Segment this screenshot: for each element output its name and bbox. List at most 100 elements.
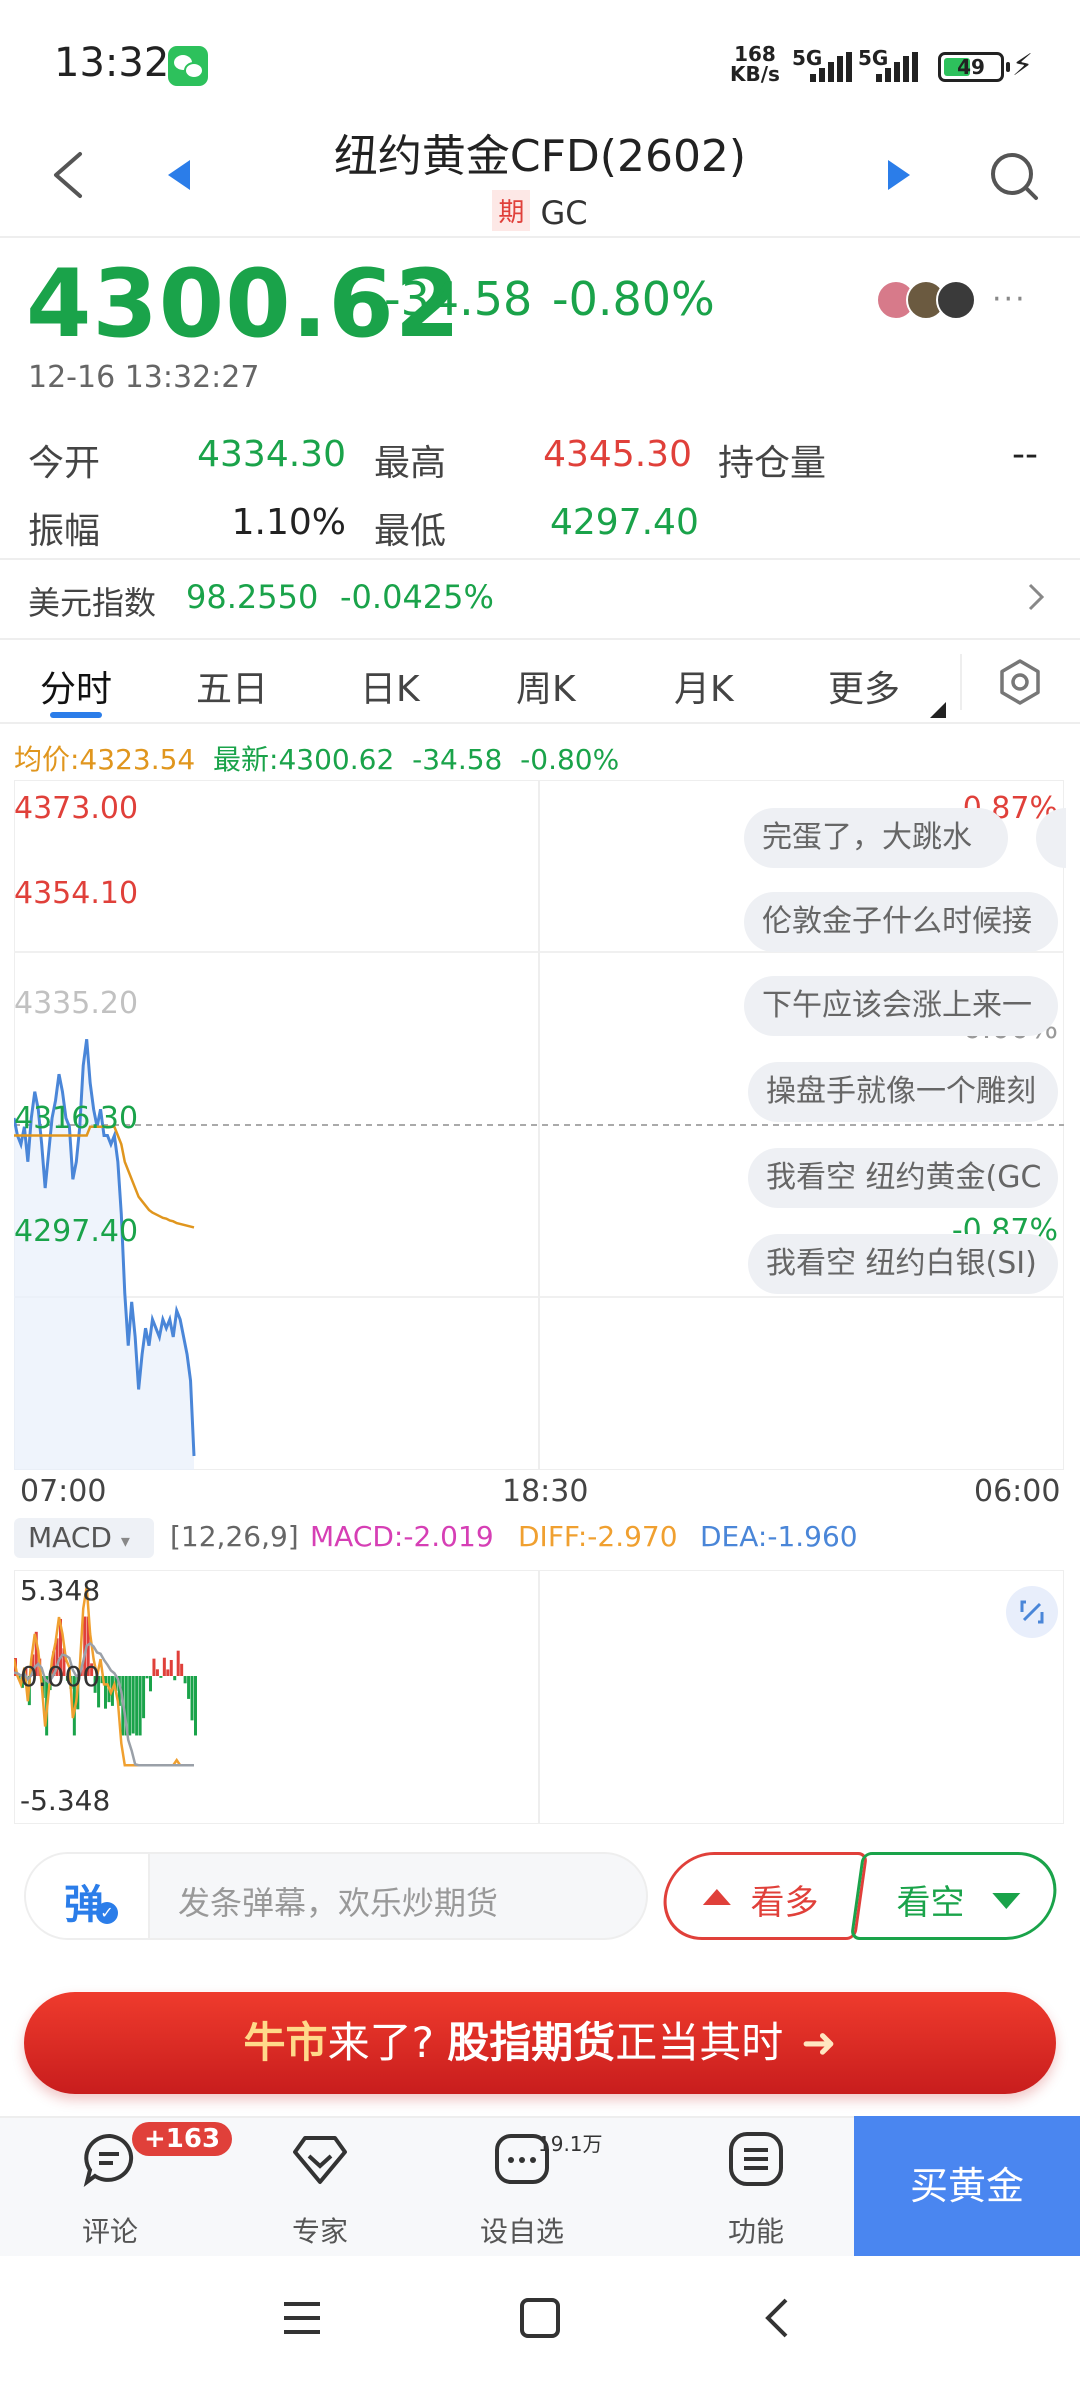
- intraday-chart[interactable]: 4373.004354.104335.204316.304297.400.87%…: [14, 780, 1064, 1470]
- up-triangle-icon: [702, 1889, 731, 1905]
- header-divider: [0, 236, 1080, 238]
- macd-bar: [149, 1676, 152, 1692]
- macd-bar: [180, 1663, 184, 1676]
- dollar-index-value: 98.2550: [186, 578, 319, 616]
- diff-value: DIFF:-2.970: [518, 1520, 678, 1553]
- danmaku-bubble[interactable]: 完蛋了，大跳水: [744, 808, 1008, 868]
- danmaku-bubble[interactable]: 我看空 纽约白银(SI): [748, 1234, 1058, 1294]
- macd-bar: [194, 1676, 197, 1736]
- expand-icon[interactable]: [1006, 1586, 1058, 1638]
- amplitude-label: 振幅: [28, 511, 101, 552]
- avg-price: 均价:4323.54: [14, 743, 196, 776]
- comment-bubble-icon: [83, 2133, 134, 2187]
- tab-separator: [960, 654, 962, 710]
- macd-bar: [183, 1676, 187, 1684]
- active-tab-indicator: [50, 712, 102, 718]
- tab-more[interactable]: 更多: [828, 660, 900, 712]
- nav-functions[interactable]: 功能: [696, 2130, 816, 2250]
- status-bar: 13:32 168 KB/s 5G 5G 49 ⚡: [0, 0, 1080, 120]
- functions-label: 功能: [727, 2215, 784, 2248]
- chevron-right-icon[interactable]: [1026, 582, 1046, 612]
- danmaku-bubble[interactable]: 下午应该会涨上来一: [744, 976, 1058, 1036]
- quote-timestamp: 12-16 13:32:27: [28, 360, 260, 395]
- menu-icon[interactable]: [280, 2296, 324, 2340]
- tab-five-day[interactable]: 五日: [196, 660, 268, 712]
- battery-icon: 49: [938, 52, 1010, 82]
- macd-params: [12,26,9]: [170, 1520, 299, 1553]
- macd-bar: [142, 1676, 146, 1719]
- open-value: 4334.30: [197, 434, 346, 475]
- dollar-index-label[interactable]: 美元指数: [28, 578, 156, 624]
- macd-tick-top: 5.348: [20, 1574, 100, 1607]
- dropdown-corner-icon: [930, 702, 946, 718]
- macd-bar: [131, 1676, 135, 1734]
- tab-intraday[interactable]: 分时: [40, 660, 112, 712]
- watchlist-count: 19.1万: [538, 2132, 603, 2156]
- indicator-select[interactable]: MACD ▾: [14, 1518, 154, 1558]
- open-interest-label: 持仓量: [718, 443, 827, 484]
- low-value: 4297.40: [550, 502, 699, 543]
- banner-text-4: 正当其时: [615, 2018, 784, 2067]
- danmaku-input-placeholder[interactable]: 发条弹幕，欢乐炒期货: [178, 1878, 498, 1924]
- bearish-button[interactable]: 看空: [849, 1852, 1063, 1940]
- comments-label: 评论: [81, 2215, 138, 2248]
- macd-tick-bottom: -5.348: [20, 1784, 110, 1817]
- wechat-icon: [168, 46, 208, 86]
- macd-bar: [138, 1676, 142, 1736]
- tab-weekly-k[interactable]: 周K: [516, 660, 576, 712]
- bullish-button[interactable]: 看多: [657, 1852, 869, 1940]
- amplitude-value: 1.10%: [231, 502, 346, 543]
- banner-text-3: 股指期货: [447, 2018, 616, 2067]
- divider: [0, 722, 1080, 724]
- signal-bars-2-icon: [876, 52, 918, 82]
- battery-level: 49: [957, 55, 985, 79]
- charging-icon: ⚡: [1012, 48, 1034, 83]
- divider: [0, 638, 1080, 640]
- danmaku-toggle-button[interactable]: 弹 ✓: [26, 1854, 150, 1938]
- diamond-heart-icon: [293, 2136, 347, 2184]
- buy-gold-button[interactable]: 买黄金: [854, 2116, 1080, 2256]
- user-avatar-3[interactable]: [936, 280, 976, 320]
- divider: [0, 558, 1080, 560]
- macd-bar: [162, 1657, 166, 1676]
- price-tick-label: 4335.20: [14, 986, 138, 1021]
- macd-bar: [135, 1676, 139, 1736]
- macd-tick-zero: 0.000: [20, 1660, 100, 1693]
- promo-banner[interactable]: 牛市来了? 股指期货正当其时 ➜: [24, 1992, 1056, 2094]
- more-options-icon[interactable]: ···: [992, 282, 1027, 317]
- time-tick: 06:00: [974, 1474, 1061, 1509]
- chart-info-line: 均价:4323.54 最新:4300.62 -34.58 -0.80%: [14, 738, 619, 778]
- tab-monthly-k[interactable]: 月K: [674, 660, 734, 712]
- high-value: 4345.30: [543, 434, 692, 475]
- time-tick: 18:30: [502, 1474, 589, 1509]
- latest-change: -34.58: [412, 743, 503, 776]
- macd-chart[interactable]: 5.348 0.000 -5.348: [14, 1570, 1064, 1824]
- back-nav-icon[interactable]: [756, 2296, 800, 2340]
- macd-bar: [176, 1650, 180, 1676]
- settings-hexagon-icon[interactable]: [996, 658, 1044, 706]
- bullish-label: 看多: [750, 1883, 819, 1923]
- price-tick-label: 4373.00: [14, 791, 138, 826]
- danmaku-bubble[interactable]: 我看空 纽约黄金(GC: [748, 1148, 1058, 1208]
- danmaku-input-box[interactable]: 弹 ✓ 发条弹幕，欢乐炒期货: [24, 1852, 648, 1940]
- macd-bar: [166, 1669, 170, 1676]
- bearish-label: 看空: [896, 1883, 965, 1923]
- dea-value: DEA:-1.960: [700, 1520, 858, 1553]
- danmaku-bubble[interactable]: 操盘手就像一个雕刻: [748, 1062, 1058, 1122]
- macd-bar: [152, 1658, 156, 1676]
- signal-bars-1-icon: [810, 52, 852, 82]
- low-label: 最低: [374, 511, 447, 552]
- code-text: GC: [540, 194, 588, 232]
- tab-daily-k[interactable]: 日K: [360, 660, 420, 712]
- macd-bar: [145, 1676, 149, 1679]
- nav-experts[interactable]: 专家: [260, 2130, 380, 2250]
- price-tick-label: 4297.40: [14, 1214, 138, 1249]
- danmaku-icon: 弹: [64, 1882, 104, 1928]
- danmaku-bubble[interactable]: 伦敦金子什么时候接: [744, 892, 1058, 952]
- search-icon[interactable]: [986, 148, 1042, 204]
- contract-code: 期 GC: [0, 190, 1080, 232]
- price-tick-label: 4316.30: [14, 1101, 138, 1136]
- home-icon[interactable]: [518, 2296, 562, 2340]
- next-contract-arrow-icon[interactable]: [888, 160, 910, 190]
- latest-price: 最新:4300.62: [213, 743, 395, 776]
